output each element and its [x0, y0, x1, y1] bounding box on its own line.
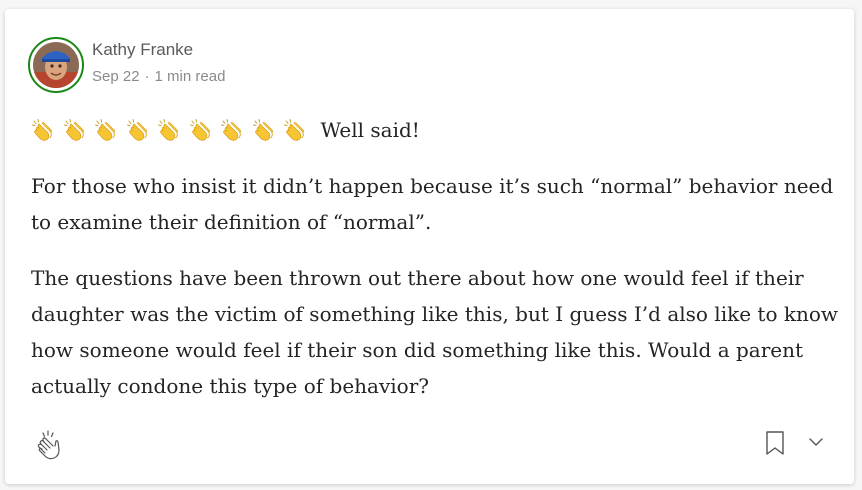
clapping-hands-emoji	[221, 119, 242, 141]
clapping-hands-emoji	[252, 119, 273, 141]
clap-emoji-line: Well said!	[31, 112, 841, 148]
clapping-hands-emoji	[189, 119, 210, 141]
response-text-short: Well said!	[320, 118, 420, 142]
author-avatar[interactable]	[28, 37, 84, 93]
response-paragraph-2: The questions have been thrown out there…	[31, 266, 839, 398]
bookmark-icon[interactable]	[762, 429, 788, 457]
clapping-hands-emoji	[158, 119, 179, 141]
post-date[interactable]: Sep 22	[92, 68, 140, 85]
avatar-photo	[33, 42, 79, 88]
response-paragraph-1: For those who insist it didn’t happen be…	[31, 174, 834, 234]
response-card: Kathy Franke Sep 22 · 1 min read Well said…	[5, 9, 854, 484]
author-meta: Kathy Franke Sep 22 · 1 min read	[92, 40, 225, 87]
read-time: 1 min read	[154, 68, 226, 85]
chevron-down-icon[interactable]	[805, 431, 827, 453]
separator-dot: ·	[144, 68, 150, 85]
author-name[interactable]: Kathy Franke	[92, 39, 225, 61]
response-footer	[5, 427, 854, 467]
clapping-hands-emoji	[32, 119, 53, 141]
clap-icon[interactable]	[32, 429, 66, 463]
clapping-hands-emoji	[284, 119, 305, 141]
byline: Sep 22 · 1 min read	[92, 67, 225, 87]
clapping-hands-emoji	[95, 119, 116, 141]
clapping-hands-emoji	[126, 119, 147, 141]
clap-emoji-row	[31, 118, 315, 142]
clapping-hands-emoji	[63, 119, 84, 141]
response-body: Well said! For those who insist it didn’…	[31, 112, 841, 424]
response-header: Kathy Franke Sep 22 · 1 min read	[28, 35, 225, 95]
